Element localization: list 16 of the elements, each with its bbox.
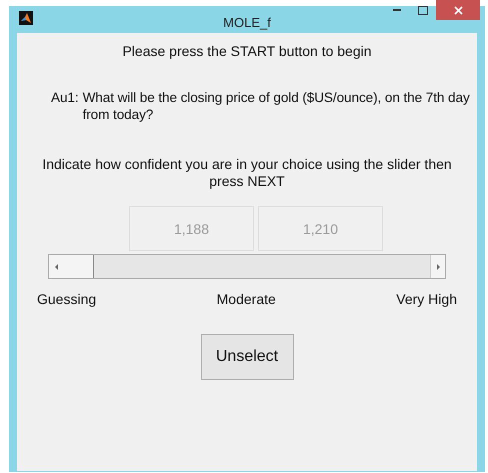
question-text: What will be the closing price of gold ($US/ounce), on the 7th day from today? xyxy=(82,89,471,123)
app-icon xyxy=(19,11,33,25)
unselect-button[interactable]: Unselect xyxy=(200,334,294,380)
question-label: Au1: xyxy=(51,89,79,107)
scale-label: Moderate xyxy=(216,291,276,307)
close-button[interactable] xyxy=(436,0,480,20)
window-title: MOLE_f xyxy=(223,14,271,30)
scale-label: Very High xyxy=(396,291,457,307)
slider-track[interactable] xyxy=(48,254,446,279)
close-icon xyxy=(454,6,462,14)
minimize-icon xyxy=(393,9,401,11)
maximize-icon xyxy=(418,6,428,14)
scale-label: Guessing xyxy=(37,291,96,307)
prompt-text: Indicate how confident you are in your choice using the slider then press NEXT xyxy=(41,156,453,190)
instruction-text: Please press the START button to begin xyxy=(122,43,372,59)
slider-thumb[interactable] xyxy=(63,255,94,278)
